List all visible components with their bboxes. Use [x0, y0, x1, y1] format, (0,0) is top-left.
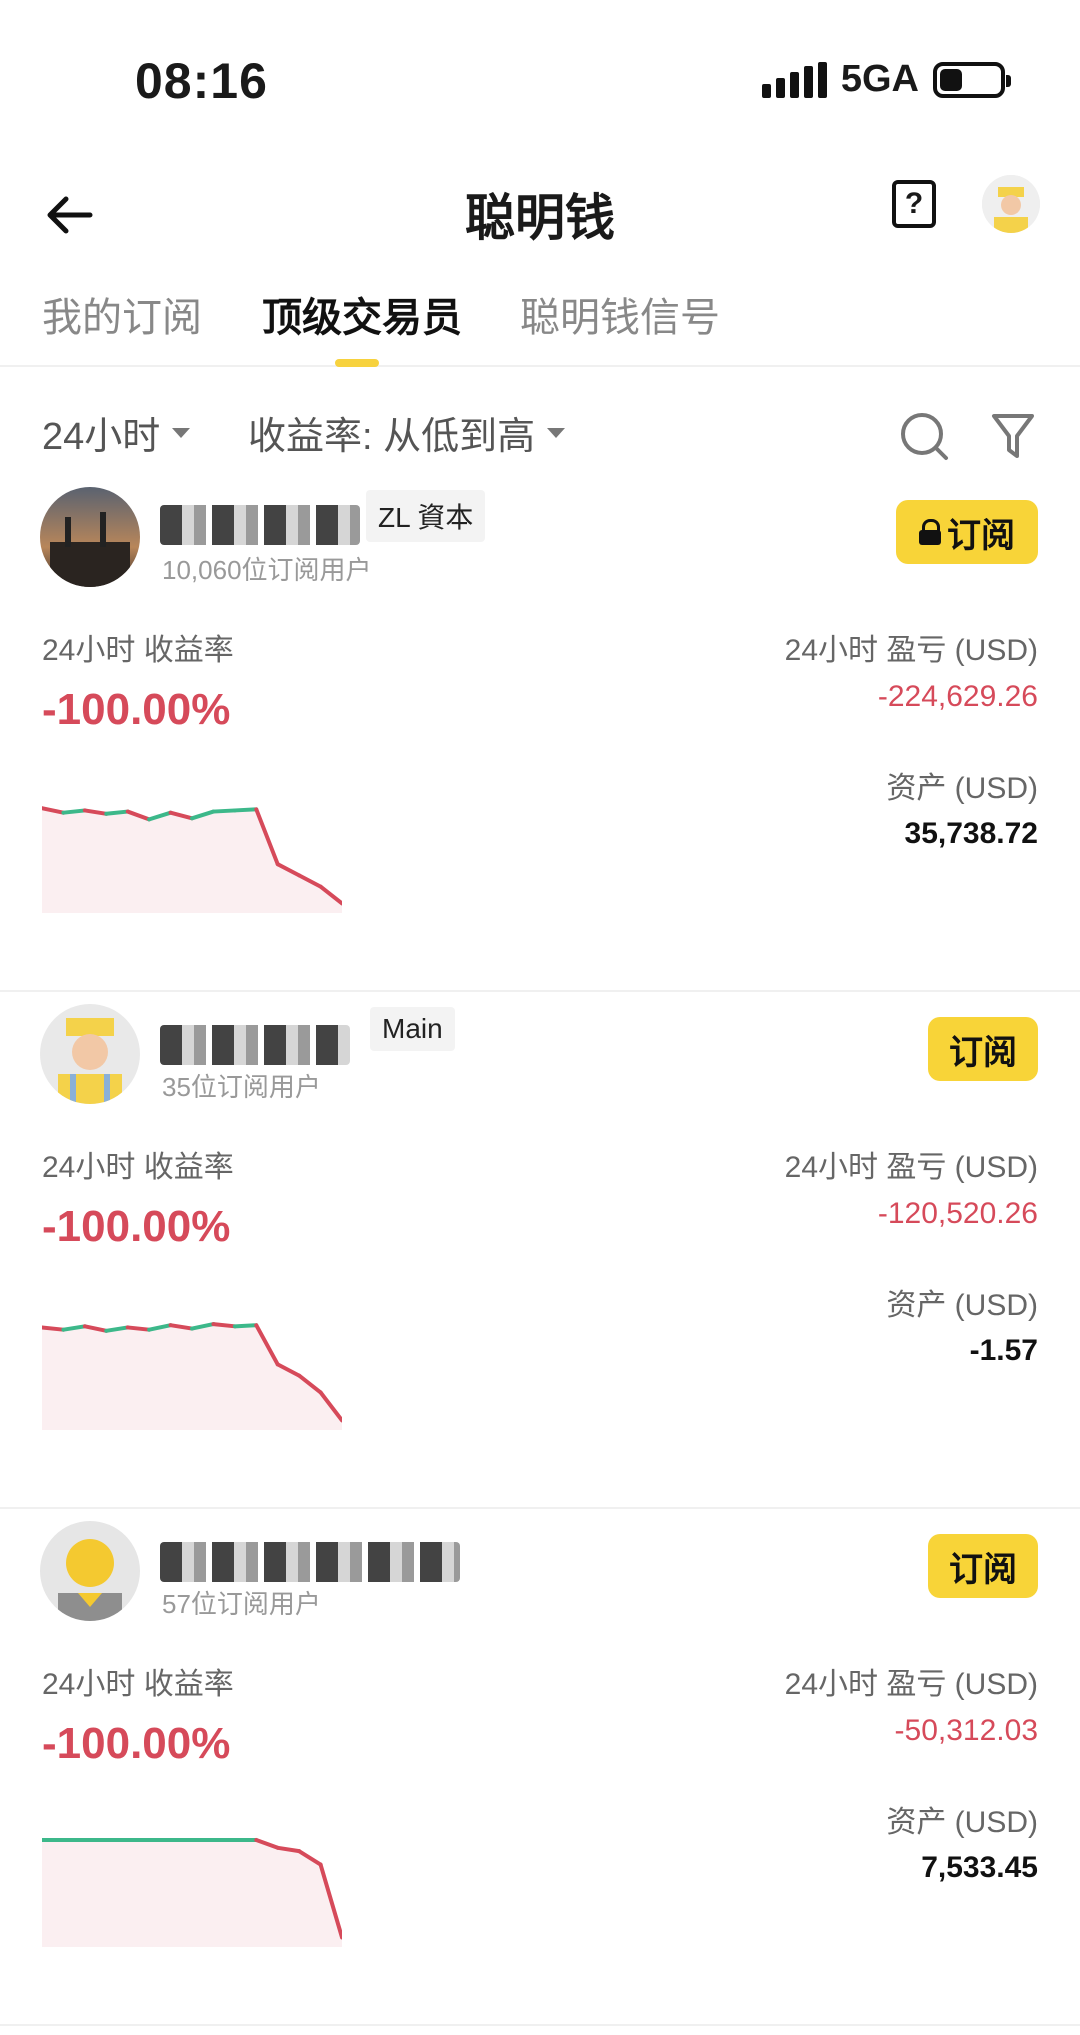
trader-tag: ZL 資本: [366, 490, 486, 542]
sparkline-segment: [211, 1322, 237, 1329]
roi-label: 24小时 收益率: [42, 1151, 234, 1184]
chevron-down-icon: [547, 427, 566, 438]
trader-avatar: [40, 1521, 140, 1621]
sparkline-segment: [211, 808, 237, 814]
sort-dropdown[interactable]: 收益率: 从低到高: [248, 405, 566, 460]
pnl-value: -120,520.26: [877, 1197, 1038, 1230]
trader-card[interactable]: ZL 資本 10,060位订阅用户 订阅 24小时 收益率 -100.00% 2…: [0, 475, 1080, 992]
pnl-label: 24小时 盈亏 (USD): [784, 1668, 1038, 1701]
subscriber-count: 57位订阅用户: [162, 1589, 321, 1619]
assets-value: -1.57: [969, 1334, 1038, 1367]
sparkline-segment: [61, 808, 87, 815]
search-icon[interactable]: [898, 410, 950, 462]
roi-value: -100.00%: [42, 685, 231, 734]
tab-my-subscriptions[interactable]: 我的订阅: [42, 285, 202, 343]
tab-smart-money-signals[interactable]: 聪明钱信号: [520, 285, 720, 343]
signal-icon: [761, 61, 827, 98]
subscribe-label: 订阅: [947, 516, 1015, 555]
assets-label: 资产 (USD): [886, 1289, 1038, 1322]
sparkline-area: [42, 1324, 342, 1430]
roi-value: -100.00%: [42, 1719, 231, 1768]
sparkline-chart: [42, 1322, 342, 1430]
trader-card-partial: [0, 1995, 1080, 2035]
sparkline-segment: [125, 1325, 152, 1332]
subscribe-button[interactable]: 订阅: [928, 1017, 1038, 1081]
sparkline-chart: [42, 806, 342, 913]
sparkline-segment: [104, 809, 130, 816]
sparkline-area: [42, 808, 342, 913]
trader-name-redacted: [160, 1542, 460, 1582]
subscribe-button[interactable]: 订阅: [896, 500, 1038, 564]
help-guide-icon[interactable]: ?: [892, 180, 936, 228]
assets-value: 35,738.72: [904, 817, 1038, 850]
trader-avatar: [40, 487, 140, 587]
trader-tag: Main: [370, 1007, 455, 1051]
trader-card[interactable]: Main 35位订阅用户 订阅 24小时 收益率 -100.00% 24小时 盈…: [0, 992, 1080, 1509]
pnl-label: 24小时 盈亏 (USD): [784, 1151, 1038, 1184]
sparkline-chart: [42, 1837, 342, 1947]
sparkline-segment: [42, 1325, 66, 1332]
pnl-value: -224,629.26: [877, 680, 1038, 713]
pnl-value: -50,312.03: [894, 1714, 1038, 1747]
assets-label: 资产 (USD): [886, 772, 1038, 805]
status-time: 08:16: [135, 53, 268, 109]
subscribe-button[interactable]: 订阅: [928, 1534, 1038, 1598]
status-bar: 08:16 5GA: [0, 0, 1080, 160]
tab-bar: 我的订阅 顶级交易员 聪明钱信号: [0, 285, 1080, 367]
sort-label: 收益率: 从低到高: [248, 416, 536, 458]
filter-icon[interactable]: [990, 410, 1036, 462]
trader-name-redacted: [160, 505, 360, 545]
trader-card[interactable]: 57位订阅用户 订阅 24小时 收益率 -100.00% 24小时 盈亏 (US…: [0, 1509, 1080, 2026]
battery-icon: [933, 61, 1011, 98]
network-label: 5GA: [840, 58, 919, 100]
period-label: 24小时: [42, 416, 161, 458]
sparkline-segment: [232, 807, 259, 813]
trader-avatar: [40, 1004, 140, 1104]
status-indicators: 5GA: [761, 58, 1011, 101]
sparkline-segment: [232, 1323, 259, 1329]
subscriber-count: 35位订阅用户: [162, 1072, 321, 1102]
period-dropdown[interactable]: 24小时: [42, 405, 191, 460]
roi-value: -100.00%: [42, 1202, 231, 1251]
sparkline-area: [42, 1839, 342, 1947]
subscribe-label: 订阅: [949, 1033, 1017, 1072]
roi-label: 24小时 收益率: [42, 634, 234, 667]
roi-label: 24小时 收益率: [42, 1668, 234, 1701]
tab-top-traders[interactable]: 顶级交易员: [262, 285, 462, 343]
trader-name-redacted: [160, 1025, 350, 1065]
lock-icon: [919, 519, 941, 545]
assets-value: 7,533.45: [921, 1851, 1038, 1884]
pnl-label: 24小时 盈亏 (USD): [784, 634, 1038, 667]
filter-bar: 24小时 收益率: 从低到高: [0, 405, 1080, 475]
assets-label: 资产 (USD): [886, 1806, 1038, 1839]
subscribe-label: 订阅: [949, 1550, 1017, 1589]
nav-bar: 聪明钱 ?: [0, 160, 1080, 290]
subscriber-count: 10,060位订阅用户: [162, 555, 372, 585]
avatar-illustration-icon: [982, 175, 1040, 233]
active-tab-indicator: [335, 359, 379, 367]
chevron-down-icon: [172, 427, 191, 438]
user-avatar[interactable]: [982, 175, 1040, 233]
